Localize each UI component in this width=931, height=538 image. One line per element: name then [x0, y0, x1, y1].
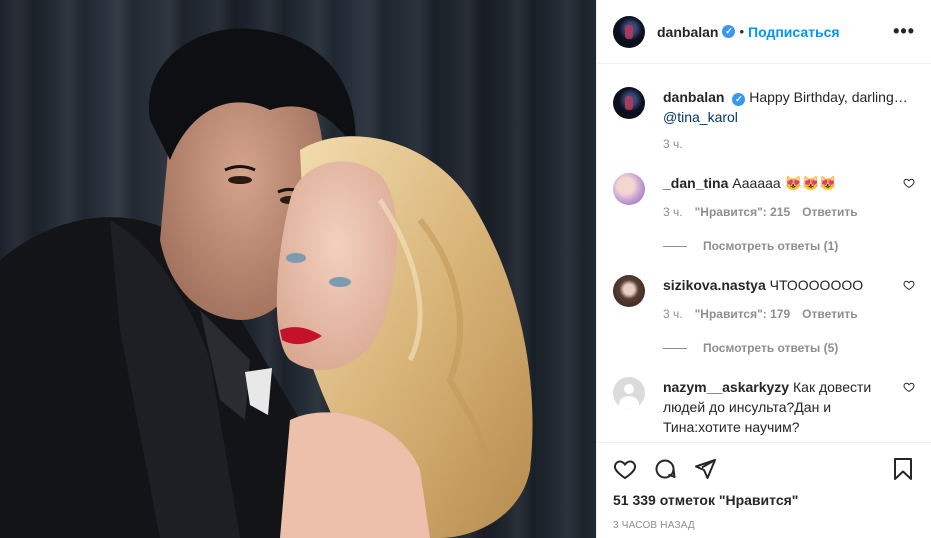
- comment-time[interactable]: 3 ч.: [663, 205, 683, 219]
- comment-item: nazym__askarkyzy Как довести людей до ин…: [613, 377, 915, 437]
- separator-dot: •: [739, 24, 745, 39]
- author-avatar[interactable]: [613, 15, 645, 48]
- instagram-post-view: danbalan ✓ • Подписаться ••• danbalan ✓ …: [0, 0, 931, 538]
- replies-divider: [663, 347, 687, 349]
- commenter-avatar[interactable]: [613, 173, 645, 205]
- author-username[interactable]: danbalan: [657, 24, 718, 40]
- action-icons-row: [613, 443, 915, 491]
- follow-button[interactable]: Подписаться: [748, 24, 840, 40]
- heart-icon[interactable]: [613, 457, 637, 481]
- caption-username[interactable]: danbalan: [663, 89, 724, 105]
- comment-likes[interactable]: "Нравится": 179: [695, 307, 791, 321]
- post-side-panel: danbalan ✓ • Подписаться ••• danbalan ✓ …: [596, 0, 931, 538]
- caption: danbalan ✓ Happy Birthday, darling… @tina…: [613, 87, 915, 151]
- caption-mention-link[interactable]: @tina_karol: [663, 109, 738, 125]
- reply-button[interactable]: Ответить: [802, 205, 857, 219]
- caption-body: Happy Birthday, darling…: [749, 89, 908, 105]
- verified-badge-icon: ✓: [722, 25, 736, 38]
- comment-text: Аааааа 😻😻😻: [732, 175, 837, 191]
- caption-avatar[interactable]: [613, 87, 645, 119]
- view-replies-label: Посмотреть ответы (1): [703, 239, 839, 253]
- couple-photo-illustration: [0, 28, 533, 538]
- verified-badge-icon: ✓: [732, 93, 746, 106]
- caption-time[interactable]: 3 ч.: [663, 137, 915, 151]
- comment-like-heart-icon[interactable]: [903, 279, 915, 291]
- comment-like-heart-icon[interactable]: [903, 381, 915, 393]
- comments-list[interactable]: danbalan ✓ Happy Birthday, darling… @tina…: [597, 65, 931, 441]
- comment-username[interactable]: sizikova.nastya: [663, 277, 766, 293]
- post-header: danbalan ✓ • Подписаться •••: [597, 0, 931, 64]
- comment-text: ЧТООООООО: [769, 277, 864, 293]
- commenter-avatar[interactable]: [613, 377, 645, 409]
- view-replies-button[interactable]: Посмотреть ответы (1): [663, 239, 885, 253]
- comment-likes[interactable]: "Нравится": 215: [695, 205, 791, 219]
- share-icon[interactable]: [693, 457, 717, 481]
- likes-count[interactable]: 51 339 отметок "Нравится": [613, 492, 915, 508]
- replies-divider: [663, 245, 687, 247]
- reply-button[interactable]: Ответить: [802, 307, 857, 321]
- caption-text: danbalan ✓ Happy Birthday, darling… @tina…: [663, 87, 915, 127]
- bookmark-icon[interactable]: [891, 457, 915, 481]
- post-actions: 51 339 отметок "Нравится" 3 ЧАСОВ НАЗАД: [597, 442, 931, 531]
- comment-like-heart-icon[interactable]: [903, 177, 915, 189]
- comment-icon[interactable]: [653, 457, 677, 481]
- comment-time[interactable]: 3 ч.: [663, 307, 683, 321]
- comment-username[interactable]: _dan_tina: [663, 175, 728, 191]
- view-replies-label: Посмотреть ответы (5): [703, 341, 839, 355]
- comment-username[interactable]: nazym__askarkyzy: [663, 379, 789, 395]
- comment-item: _dan_tina Аааааа 😻😻😻 3 ч. "Нравится": 21…: [613, 173, 915, 253]
- more-options-icon[interactable]: •••: [893, 21, 915, 42]
- view-replies-button[interactable]: Посмотреть ответы (5): [663, 341, 885, 355]
- commenter-avatar[interactable]: [613, 275, 645, 307]
- post-timestamp[interactable]: 3 ЧАСОВ НАЗАД: [613, 520, 915, 531]
- comment-item: sizikova.nastya ЧТООООООО 3 ч. "Нравится…: [613, 275, 915, 355]
- post-photo[interactable]: [0, 0, 596, 538]
